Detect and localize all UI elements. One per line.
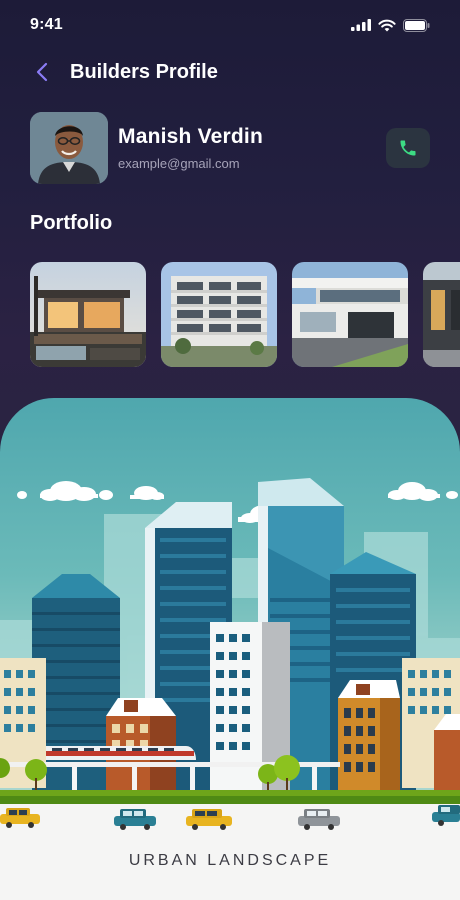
cloud-icon — [130, 486, 164, 500]
phone-icon — [400, 140, 416, 156]
avatar — [30, 112, 108, 184]
wifi-icon — [378, 19, 396, 31]
portfolio-item-apartment-building[interactable] — [161, 262, 277, 367]
header: Builders Profile — [30, 56, 218, 88]
call-button[interactable] — [386, 128, 430, 168]
profile-info: Manish Verdin example@gmail.com — [118, 125, 386, 171]
signal-icon — [351, 19, 371, 31]
portfolio-item-dark-building[interactable] — [423, 262, 460, 367]
portfolio-item-white-villa[interactable] — [292, 262, 408, 367]
back-button[interactable] — [30, 58, 54, 86]
profile-card: Manish Verdin example@gmail.com — [30, 112, 430, 184]
portfolio-title: Portfolio — [30, 212, 113, 234]
status-time: 9:41 — [30, 16, 63, 33]
urban-landscape-illustration: URBAN LANDSCAPE — [0, 398, 460, 900]
profile-name: Manish Verdin — [118, 125, 263, 148]
status-bar: 9:41 — [0, 0, 460, 50]
chevron-left-icon — [36, 62, 48, 82]
cloud-icon — [388, 482, 440, 501]
battery-icon — [403, 18, 430, 32]
hero-label: URBAN LANDSCAPE — [128, 852, 332, 869]
train-icon — [46, 746, 196, 760]
portfolio-list — [30, 262, 460, 367]
status-icons — [351, 18, 430, 32]
portfolio-item-modern-house[interactable] — [30, 262, 146, 367]
page-title: Builders Profile — [70, 60, 218, 83]
profile-email: example@gmail.com — [118, 156, 240, 171]
cloud-icon — [40, 481, 98, 501]
